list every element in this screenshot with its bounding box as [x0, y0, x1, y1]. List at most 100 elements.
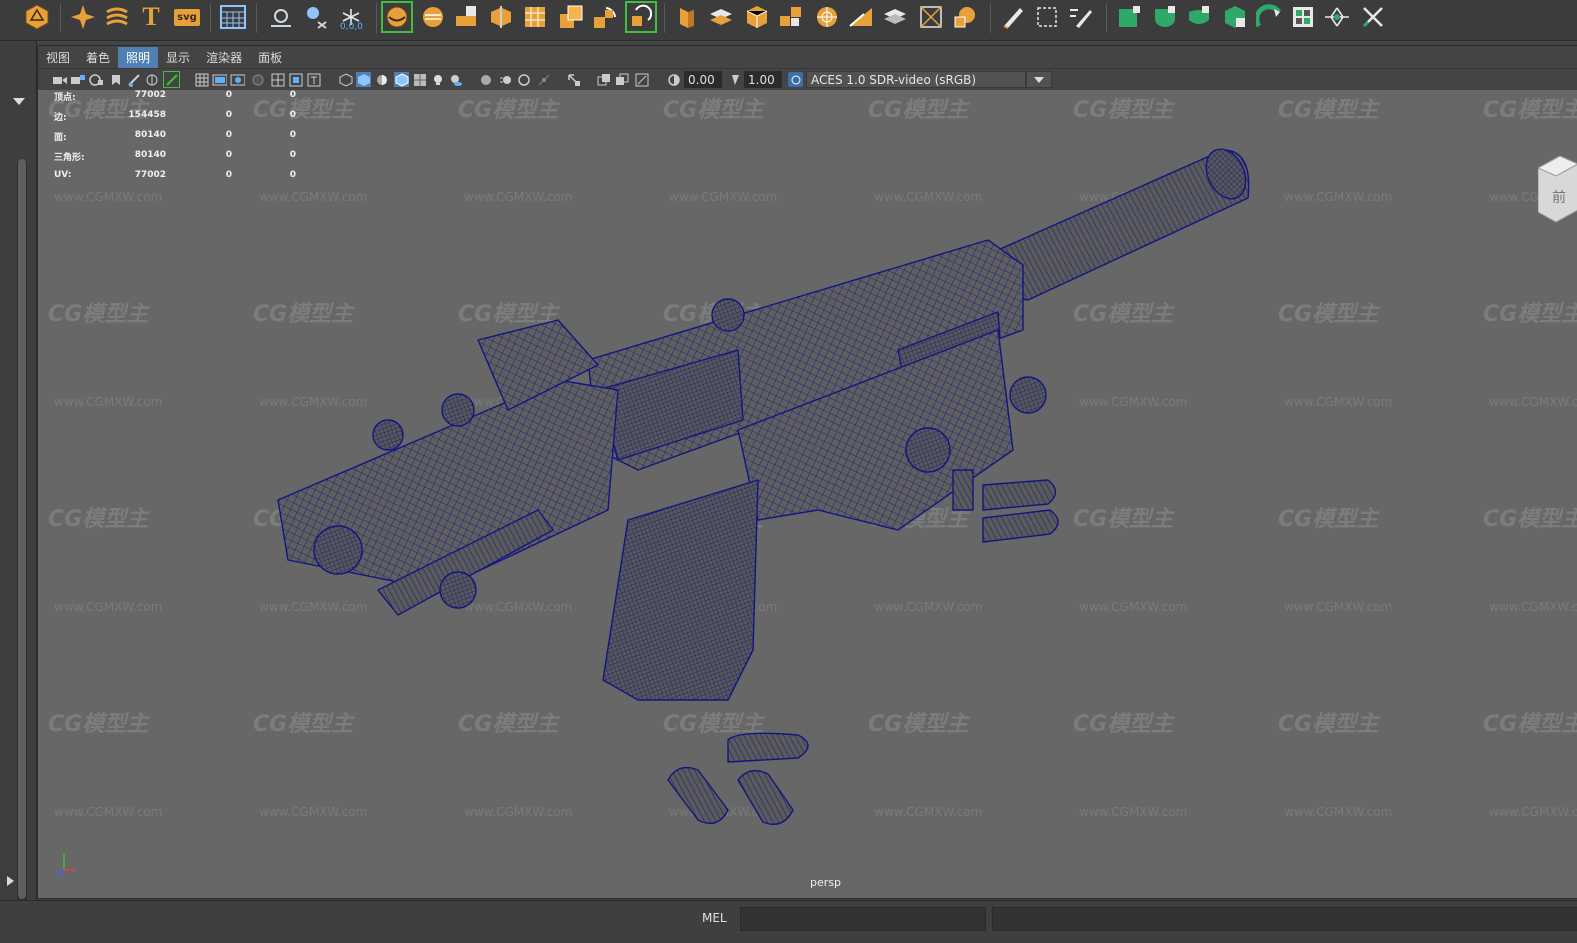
smooth-shading-icon[interactable]	[356, 72, 371, 87]
textured-icon[interactable]	[412, 72, 427, 87]
3d-viewport[interactable]: CG模型主 CG模型主 CG模型主 CG模型主 www.CGMXW.com www.CGM…	[38, 90, 1577, 898]
ambient-occlusion-icon[interactable]	[478, 72, 493, 87]
bookmark-icon[interactable]	[108, 72, 123, 87]
text-icon[interactable]: T	[136, 2, 166, 32]
shadows-icon[interactable]	[448, 72, 463, 87]
slant-icon[interactable]	[846, 2, 876, 32]
green-pattern-icon[interactable]	[1220, 2, 1250, 32]
hud-label: UV:	[54, 170, 72, 180]
xray-active-icon[interactable]	[614, 72, 629, 87]
safe-title-icon[interactable]	[306, 72, 321, 87]
anti-aliasing-icon[interactable]	[516, 72, 531, 87]
frame-icon[interactable]	[916, 2, 946, 32]
view-cube[interactable]: 前	[1538, 150, 1577, 230]
hud-value: 77002	[134, 170, 166, 180]
menu-view[interactable]: 视图	[38, 47, 78, 68]
camera-attr-icon[interactable]	[88, 72, 103, 87]
split-icon[interactable]	[486, 2, 516, 32]
layers-icon[interactable]	[880, 2, 910, 32]
extrude-icon[interactable]	[520, 2, 550, 32]
vertical-scrollbar[interactable]	[17, 159, 27, 909]
menu-shading[interactable]: 着色	[78, 47, 118, 68]
resolution-gate-icon[interactable]	[230, 72, 245, 87]
default-material-icon[interactable]	[374, 72, 389, 87]
box-select-icon[interactable]	[1032, 2, 1062, 32]
gate-mask-icon[interactable]	[250, 72, 265, 87]
measure-icon[interactable]	[266, 2, 296, 32]
boxes-icon[interactable]	[452, 2, 482, 32]
hud-value: 0	[225, 150, 232, 160]
isolate-select-icon[interactable]	[566, 72, 581, 87]
menu-panels[interactable]: 面板	[250, 47, 290, 68]
xray-joints-icon[interactable]	[634, 72, 649, 87]
cylinder-select-icon[interactable]	[381, 1, 413, 33]
grid-icon[interactable]	[218, 2, 248, 32]
cut-icon[interactable]	[706, 2, 736, 32]
color-management-icon[interactable]	[788, 72, 803, 87]
light-icon[interactable]	[300, 2, 330, 32]
chevron-down-icon[interactable]	[1026, 71, 1052, 88]
cubes-icon[interactable]	[776, 2, 806, 32]
green-sphere-icon[interactable]	[1184, 2, 1214, 32]
sphere-icon[interactable]	[418, 2, 448, 32]
snowflake-icon[interactable]: 0,0,0	[336, 2, 366, 32]
camera-icon[interactable]	[52, 72, 67, 87]
gamma-field[interactable]: 1.00	[744, 71, 782, 88]
snap-values: 0,0,0	[340, 22, 363, 32]
menu-show[interactable]: 显示	[158, 47, 198, 68]
mirror-icon[interactable]	[672, 2, 702, 32]
exposure-field[interactable]: 0.00	[684, 71, 722, 88]
pencil-curve-icon[interactable]	[126, 72, 141, 87]
command-result-field	[992, 907, 1577, 931]
depth-of-field-icon[interactable]	[536, 72, 551, 87]
polygon-icon[interactable]	[22, 2, 52, 32]
edit-icon[interactable]	[1066, 2, 1096, 32]
sparkle-icon[interactable]	[68, 2, 98, 32]
command-input[interactable]	[740, 907, 986, 931]
green-spread-icon[interactable]	[1322, 2, 1352, 32]
field-chart-icon[interactable]	[270, 72, 285, 87]
use-all-lights-icon[interactable]	[430, 72, 445, 87]
svg-icon[interactable]: svg	[172, 2, 202, 32]
mel-language-toggle[interactable]: MEL	[702, 911, 727, 925]
cube-icon[interactable]	[742, 2, 772, 32]
green-cube-icon[interactable]	[1114, 2, 1144, 32]
knife-icon[interactable]	[998, 2, 1028, 32]
rotate-face-icon[interactable]	[625, 1, 657, 33]
hud-value: 0	[289, 170, 296, 180]
bridge-icon[interactable]	[590, 2, 620, 32]
gamma-icon[interactable]	[728, 72, 743, 87]
menu-renderer[interactable]: 渲染器	[198, 47, 250, 68]
viewport-panel: 视图 着色 照明 显示 渲染器 面板 0.00 1.00 ACES 1.0 SD…	[37, 45, 1577, 899]
chevron-down-icon[interactable]	[12, 96, 26, 106]
bevel-icon[interactable]	[556, 2, 586, 32]
hud-label: 三角形:	[54, 153, 85, 163]
2d-pan-icon[interactable]	[163, 71, 180, 88]
hud-value: 0	[225, 110, 232, 120]
view-transform-select[interactable]: ACES 1.0 SDR-video (sRGB)	[806, 71, 1026, 88]
image-plane-grid-icon[interactable]	[194, 72, 209, 87]
camera-lock-icon[interactable]	[70, 72, 85, 87]
exposure-icon[interactable]	[666, 72, 681, 87]
film-gate-icon[interactable]	[212, 72, 227, 87]
green-checker-icon[interactable]	[1288, 2, 1318, 32]
wireframe-on-shaded-icon[interactable]	[394, 72, 409, 87]
hud-value: 0	[289, 150, 296, 160]
wireframe-shading-icon[interactable]	[338, 72, 353, 87]
scrollbar-thumb[interactable]	[18, 159, 26, 899]
hud-value: 0	[225, 130, 232, 140]
green-arc-icon[interactable]	[1254, 2, 1284, 32]
menu-lighting[interactable]: 照明	[118, 46, 159, 68]
target-icon[interactable]	[812, 2, 842, 32]
xray-icon[interactable]	[596, 72, 611, 87]
sphere-split-icon[interactable]	[950, 2, 980, 32]
grease-pencil-icon[interactable]	[144, 72, 159, 87]
green-half-icon[interactable]	[1150, 2, 1180, 32]
chevron-right-icon[interactable]	[5, 875, 15, 887]
wireframe-model[interactable]	[38, 90, 1577, 898]
safe-action-icon[interactable]	[288, 72, 303, 87]
green-x-icon[interactable]	[1358, 2, 1388, 32]
motion-blur-icon[interactable]	[498, 72, 513, 87]
axis-gizmo	[55, 854, 76, 877]
curves-icon[interactable]	[102, 2, 132, 32]
